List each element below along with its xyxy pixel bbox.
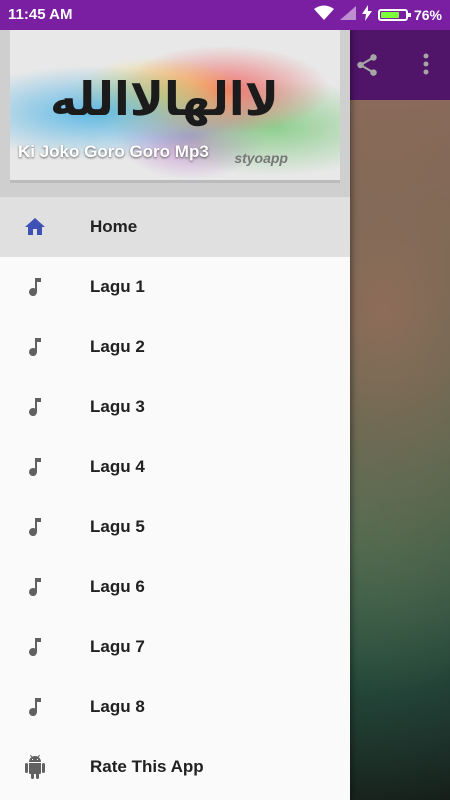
wifi-icon — [313, 5, 334, 24]
drawer-item-lagu-5[interactable]: Lagu 5 — [0, 497, 350, 557]
drawer-item-lagu-8[interactable]: Lagu 8 — [0, 677, 350, 737]
charging-icon — [361, 5, 372, 24]
music-note-icon — [23, 515, 47, 539]
music-note-icon — [23, 455, 47, 479]
drawer-header: لاالهالاالله styoapp Ki Joko Goro Goro M… — [0, 30, 350, 197]
battery-icon — [377, 8, 411, 21]
drawer-item-label: Lagu 6 — [90, 577, 145, 596]
drawer-item-label: Lagu 7 — [90, 637, 145, 656]
status-time: 11:45 AM — [8, 6, 73, 23]
drawer-item-label: Lagu 1 — [90, 277, 145, 296]
drawer-item-label: Lagu 5 — [90, 517, 145, 536]
drawer-item-rate-this-app[interactable]: Rate This App — [0, 737, 350, 797]
header-watermark: styoapp — [234, 150, 288, 166]
music-note-icon — [23, 395, 47, 419]
drawer-item-lagu-3[interactable]: Lagu 3 — [0, 377, 350, 437]
home-icon — [23, 215, 47, 239]
music-note-icon — [23, 275, 47, 299]
music-note-icon — [23, 695, 47, 719]
music-note-icon — [23, 335, 47, 359]
drawer-item-label: Lagu 2 — [90, 337, 145, 356]
music-note-icon — [23, 575, 47, 599]
drawer-item-lagu-2[interactable]: Lagu 2 — [0, 317, 350, 377]
drawer-item-lagu-6[interactable]: Lagu 6 — [0, 557, 350, 617]
drawer-item-label: Lagu 8 — [90, 697, 145, 716]
battery-percent: 76% — [413, 6, 442, 23]
navigation-drawer: لاالهالاالله styoapp Ki Joko Goro Goro M… — [0, 30, 350, 800]
drawer-item-label: Home — [90, 217, 138, 236]
drawer-menu: Home Lagu 1 Lagu 2 Lagu 3 Lagu 4 Lagu 5 Lagu 6… — [0, 197, 350, 797]
drawer-item-label: Rate This App — [90, 757, 204, 776]
signal-icon — [339, 6, 356, 23]
app-title: Ki Joko Goro Goro Mp3 — [18, 142, 209, 161]
drawer-item-label: Lagu 4 — [90, 457, 145, 476]
status-bar: 11:45 AM 76% — [0, 0, 450, 30]
status-icons: 76% — [313, 5, 442, 24]
calligraphy-text: لاالهالاالله — [50, 72, 279, 126]
drawer-item-lagu-7[interactable]: Lagu 7 — [0, 617, 350, 677]
music-note-icon — [23, 635, 47, 659]
drawer-item-home[interactable]: Home — [0, 197, 350, 257]
android-icon — [23, 755, 47, 779]
drawer-item-label: Lagu 3 — [90, 397, 145, 416]
drawer-item-lagu-4[interactable]: Lagu 4 — [0, 437, 350, 497]
drawer-item-lagu-1[interactable]: Lagu 1 — [0, 257, 350, 317]
